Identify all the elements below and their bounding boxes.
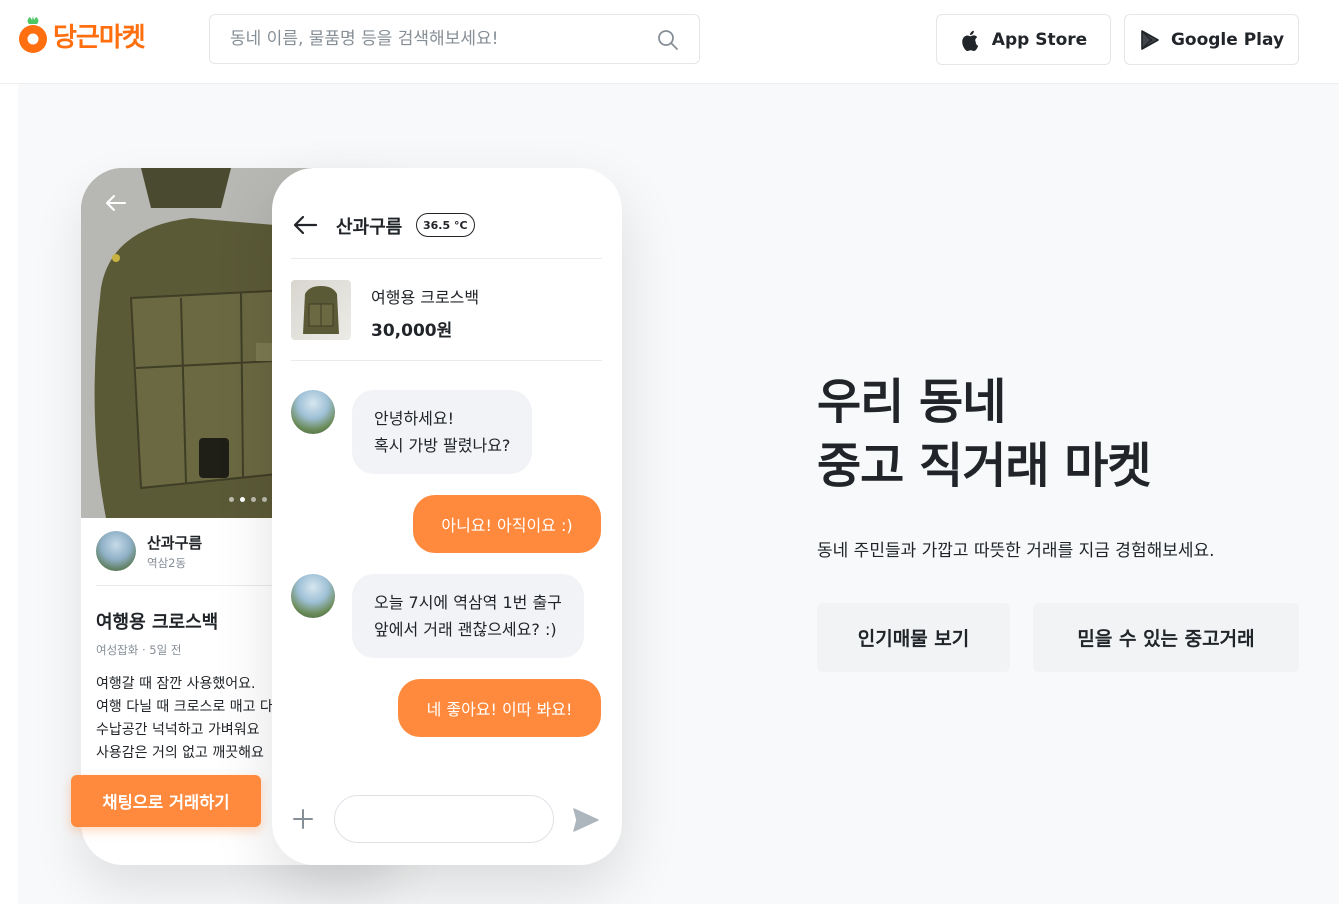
popular-items-button[interactable]: 인기매물 보기	[817, 603, 1010, 672]
logo[interactable]: 당근마켓	[17, 13, 146, 57]
google-play-label: Google Play	[1170, 29, 1285, 50]
message-incoming: 오늘 7시에 역삼역 1번 출구 앞에서 거래 괜찮으세요? :)	[352, 574, 584, 658]
chat-product-price: 30,000원	[371, 321, 453, 341]
search-input[interactable]	[230, 15, 650, 63]
manner-temperature-badge: 36.5 °C	[416, 213, 475, 237]
seller-name: 산과구름	[147, 534, 203, 552]
back-arrow-icon[interactable]	[105, 192, 127, 214]
carousel-dot	[262, 497, 267, 502]
headline-line: 중고 직거래 마켓	[817, 438, 1152, 494]
description-line: 사용감은 거의 없고 깨끗해요	[96, 745, 264, 761]
product-thumbnail[interactable]	[291, 280, 351, 340]
google-play-icon	[1141, 29, 1159, 50]
headline-line: 우리 동네	[817, 374, 1006, 430]
search-box[interactable]	[209, 14, 700, 64]
seller-location: 역삼2동	[147, 556, 187, 570]
hero-headline: 우리 동네 중고 직거래 마켓	[817, 370, 1152, 498]
chat-partner-name: 산과구름	[336, 217, 403, 238]
description-line: 수납공간 넉넉하고 가벼워요	[96, 722, 260, 738]
message-input[interactable]	[334, 795, 554, 843]
message-line: 혹시 가방 팔렸나요?	[374, 436, 511, 455]
message-line: 앞에서 거래 괜찮으세요? :)	[374, 620, 557, 639]
plus-icon[interactable]	[292, 808, 314, 830]
message-line: 안녕하세요!	[374, 409, 455, 428]
app-store-label: App Store	[991, 29, 1088, 50]
back-arrow-icon[interactable]	[292, 212, 318, 238]
divider	[291, 258, 602, 259]
divider	[291, 360, 602, 361]
google-play-button[interactable]: Google Play	[1124, 14, 1299, 65]
message-line: 오늘 7시에 역삼역 1번 출구	[374, 593, 562, 612]
carousel-dot-active	[240, 497, 245, 502]
message-outgoing: 아니요! 아직이요 :)	[413, 495, 601, 553]
search-icon[interactable]	[657, 29, 679, 51]
trusted-trade-button[interactable]: 믿을 수 있는 중고거래	[1033, 603, 1299, 672]
partner-avatar[interactable]	[291, 574, 335, 618]
carousel-dot	[251, 497, 256, 502]
header: 당근마켓 App Store Google Play	[0, 0, 1339, 84]
logo-text: 당근마켓	[53, 22, 146, 53]
description-line: 여행갈 때 잠깐 사용했어요.	[96, 676, 256, 692]
chat-trade-button[interactable]: 채팅으로 거래하기	[71, 775, 261, 827]
product-description: 여행갈 때 잠깐 사용했어요. 여행 다닐 때 크로스로 매고 다 수납공간 넉…	[96, 673, 273, 765]
apple-icon	[962, 30, 978, 51]
send-icon[interactable]	[572, 806, 600, 834]
carousel-dots	[229, 497, 278, 502]
seller-avatar[interactable]	[96, 531, 136, 571]
carrot-logo-icon	[19, 16, 47, 53]
message-outgoing: 네 좋아요! 이따 봐요!	[398, 679, 601, 737]
app-store-button[interactable]: App Store	[936, 14, 1111, 65]
carousel-dot	[229, 497, 234, 502]
hero-subtext: 동네 주민들과 가깝고 따뜻한 거래를 지금 경험해보세요.	[817, 541, 1215, 561]
description-line: 여행 다닐 때 크로스로 매고 다	[96, 699, 273, 715]
chat-product-title: 여행용 크로스백	[371, 288, 480, 307]
chat-phone-mockup: 산과구름 36.5 °C 여행용 크로스백 30,000원 안녕하세요! 혹시 …	[272, 168, 622, 865]
partner-avatar[interactable]	[291, 390, 335, 434]
product-meta: 여성잡화 · 5일 전	[96, 643, 182, 657]
backpack-thumbnail-illustration	[303, 286, 339, 334]
message-incoming: 안녕하세요! 혹시 가방 팔렸나요?	[352, 390, 533, 474]
product-title: 여행용 크로스백	[96, 612, 219, 633]
